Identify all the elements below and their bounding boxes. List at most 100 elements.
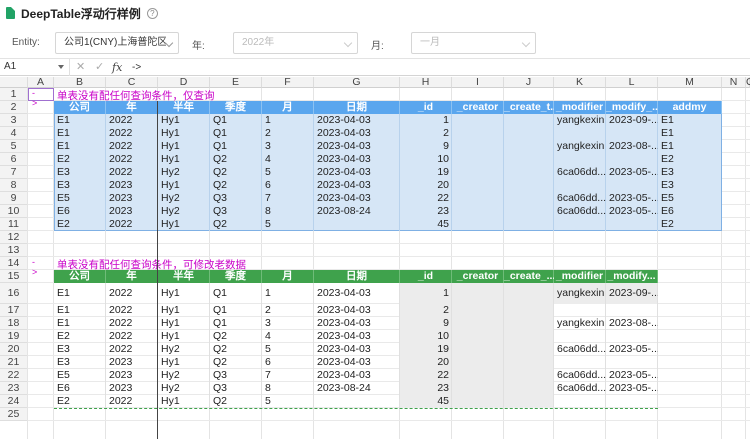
table1-cell[interactable]	[314, 218, 400, 231]
table2-cell[interactable]: 22	[400, 369, 452, 382]
table1-cell[interactable]: 2023-05-...	[606, 166, 658, 179]
confirm-icon[interactable]: ✓	[95, 60, 104, 75]
table2-cell[interactable]	[606, 330, 658, 343]
table2-cell[interactable]: 4	[262, 330, 314, 343]
table2-header-cell[interactable]: 公司	[54, 270, 106, 283]
table1-cell[interactable]: 9	[400, 140, 452, 153]
table1-cell[interactable]: E5	[658, 192, 722, 205]
table1-cell[interactable]: E2	[54, 153, 106, 166]
column-header-o[interactable]: O	[746, 77, 750, 88]
table2-cell[interactable]: 5	[262, 395, 314, 408]
table2-cell[interactable]: 2023-08-24	[314, 382, 400, 395]
table2-cell[interactable]	[504, 343, 554, 356]
table1-cell[interactable]: yangkexin	[554, 114, 606, 127]
table1-cell[interactable]: Hy1	[158, 127, 210, 140]
table2-cell[interactable]: 2023-04-03	[314, 304, 400, 317]
table1-cell[interactable]: E6	[54, 205, 106, 218]
table1-cell[interactable]	[504, 179, 554, 192]
table1-cell[interactable]: E2	[658, 153, 722, 166]
table2-cell[interactable]	[452, 356, 504, 369]
table1-cell[interactable]: E6	[658, 205, 722, 218]
table2-cell[interactable]: Hy2	[158, 343, 210, 356]
table2-cell[interactable]: E2	[54, 395, 106, 408]
table2-cell[interactable]: E6	[54, 382, 106, 395]
row-header-12[interactable]: 12	[0, 231, 28, 244]
table2-cell[interactable]	[452, 330, 504, 343]
table2-cell[interactable]: 20	[400, 356, 452, 369]
table2-cell[interactable]	[504, 283, 554, 304]
table2-cell[interactable]: 6ca06dd...	[554, 369, 606, 382]
table2-cell[interactable]: 2	[262, 304, 314, 317]
table1-header-cell[interactable]: _id	[400, 101, 452, 114]
table2-cell[interactable]: 2022	[106, 304, 158, 317]
table2-cell[interactable]	[504, 395, 554, 408]
table1-cell[interactable]: Q3	[210, 192, 262, 205]
table2-cell[interactable]: E1	[54, 283, 106, 304]
table2-cell[interactable]: Hy1	[158, 356, 210, 369]
row-header-20[interactable]: 20	[0, 343, 28, 356]
table2-cell[interactable]: 2023	[106, 382, 158, 395]
table1-cell[interactable]	[504, 114, 554, 127]
table1-cell[interactable]: 2022	[106, 166, 158, 179]
table1-header-cell[interactable]: 半年	[158, 101, 210, 114]
table1-cell[interactable]: 2	[262, 127, 314, 140]
table1-cell[interactable]: 2023-08-24	[314, 205, 400, 218]
help-icon[interactable]: ?	[146, 7, 158, 19]
table2-cell[interactable]: Hy1	[158, 317, 210, 330]
table2-cell[interactable]: Hy1	[158, 330, 210, 343]
table1-cell[interactable]: 2023-04-03	[314, 127, 400, 140]
table2-cell[interactable]	[504, 369, 554, 382]
column-header-n[interactable]: N	[722, 77, 746, 88]
table1-cell[interactable]: Hy1	[158, 218, 210, 231]
table2-cell[interactable]	[452, 369, 504, 382]
table2-cell[interactable]	[452, 317, 504, 330]
table2-cell[interactable]: 19	[400, 343, 452, 356]
table1-header-cell[interactable]: _creator	[452, 101, 504, 114]
table1-cell[interactable]: 2023-04-03	[314, 166, 400, 179]
table2-cell[interactable]: 7	[262, 369, 314, 382]
table1-cell[interactable]	[452, 166, 504, 179]
table1-cell[interactable]: Hy1	[158, 140, 210, 153]
table2-cell[interactable]: E1	[54, 304, 106, 317]
table1-cell[interactable]	[504, 127, 554, 140]
table1-cell[interactable]	[452, 114, 504, 127]
table1-cell[interactable]: 22	[400, 192, 452, 205]
table1-cell[interactable]: 1	[400, 114, 452, 127]
table1-cell[interactable]: E2	[54, 218, 106, 231]
table2-header-cell[interactable]: _creator	[452, 270, 504, 283]
table2-cell[interactable]: 2023-04-03	[314, 317, 400, 330]
month-select[interactable]: 一月	[411, 32, 536, 54]
name-box[interactable]: A1	[0, 59, 70, 76]
table2-cell[interactable]: 2023-04-03	[314, 343, 400, 356]
table2-cell[interactable]	[504, 304, 554, 317]
table2-cell[interactable]: Q1	[210, 283, 262, 304]
table1-cell[interactable]: E5	[54, 192, 106, 205]
table2-cell[interactable]: 2023-04-03	[314, 283, 400, 304]
table1-cell[interactable]: E2	[658, 218, 722, 231]
row-header-23[interactable]: 23	[0, 382, 28, 395]
row-header-3[interactable]: 3	[0, 114, 28, 127]
table2-cell[interactable]: 2023	[106, 356, 158, 369]
table1-cell[interactable]: E1	[658, 140, 722, 153]
table1-cell[interactable]: 4	[262, 153, 314, 166]
column-header-g[interactable]: G	[314, 77, 400, 88]
row-header-14[interactable]: 14	[0, 257, 28, 270]
table1-cell[interactable]	[504, 153, 554, 166]
table1-cell[interactable]: 5	[262, 166, 314, 179]
table2-cell[interactable]: 2023-04-03	[314, 356, 400, 369]
table2-cell[interactable]: Q2	[210, 343, 262, 356]
table1-cell[interactable]: Hy1	[158, 114, 210, 127]
row-header-24[interactable]: 24	[0, 395, 28, 408]
table1-cell[interactable]	[606, 127, 658, 140]
table2-cell[interactable]	[554, 330, 606, 343]
table1-cell[interactable]: 2023	[106, 205, 158, 218]
table1-cell[interactable]	[606, 179, 658, 192]
table2-cell[interactable]: 8	[262, 382, 314, 395]
table2-cell[interactable]: 2	[400, 304, 452, 317]
table1-cell[interactable]: E3	[658, 179, 722, 192]
table1-header-cell[interactable]: _modifier	[554, 101, 606, 114]
table1-cell[interactable]	[452, 140, 504, 153]
table1-header-cell[interactable]: 季度	[210, 101, 262, 114]
row-header-13[interactable]: 13	[0, 244, 28, 257]
table2-cell[interactable]: Q2	[210, 330, 262, 343]
